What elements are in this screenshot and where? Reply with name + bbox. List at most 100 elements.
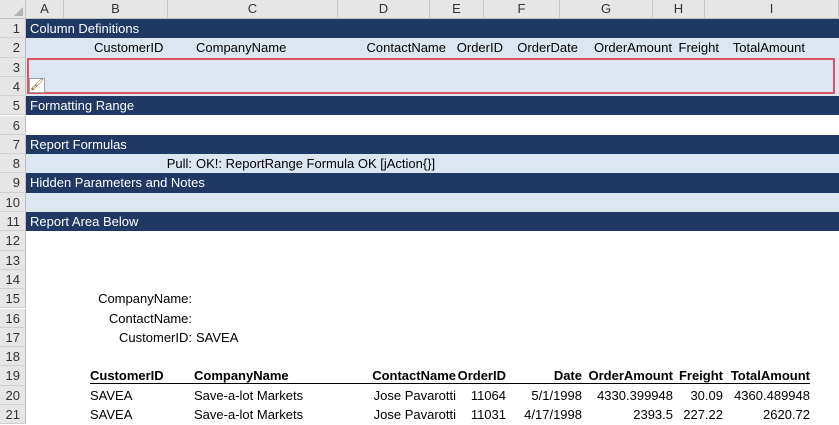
row-number[interactable]: 12 [0, 231, 26, 251]
section-title-report-formulas: Report Formulas [30, 136, 127, 152]
hidden-parameters-row[interactable] [26, 192, 839, 212]
paintbrush-icon[interactable]: 🖌 [29, 78, 45, 93]
column-header-c[interactable]: C [168, 0, 338, 19]
coldef-totalamount[interactable]: TotalAmount [719, 38, 805, 57]
row-2: 2 CustomerID CompanyName ContactName Ord… [0, 38, 839, 58]
empty-row[interactable] [26, 269, 839, 290]
empty-row[interactable] [26, 115, 839, 135]
row-number[interactable]: 21 [0, 405, 26, 425]
row-number[interactable]: 3 [0, 57, 26, 77]
cell-orderid[interactable]: 11064 [456, 386, 506, 405]
cell-freight[interactable]: 227.22 [673, 405, 723, 424]
section-title-column-definitions: Column Definitions [30, 21, 140, 36]
table-header-contactname[interactable]: ContactName [364, 366, 456, 385]
pull-status-value[interactable]: OK!: ReportRange Formula OK [jAction{}] [196, 154, 435, 173]
section-title-report-area: Report Area Below [30, 214, 139, 229]
section-title-formatting-range: Formatting Range [30, 98, 135, 114]
cell-freight[interactable]: 30.09 [673, 386, 723, 405]
row-5: 5 Formatting Range [0, 96, 839, 116]
coldef-companyname[interactable]: CompanyName [196, 38, 286, 57]
table-header-companyname[interactable]: CompanyName [194, 366, 364, 385]
row-number[interactable]: 4 [0, 76, 26, 97]
cell-orderamount[interactable]: 2393.5 [582, 405, 673, 424]
row-number[interactable]: 18 [0, 347, 26, 367]
row-number[interactable]: 6 [0, 115, 26, 135]
cell-date[interactable]: 5/1/1998 [506, 386, 582, 405]
section-title-hidden-parameters: Hidden Parameters and Notes [30, 175, 205, 191]
formatting-cell-row[interactable] [26, 57, 839, 77]
coldef-orderamount[interactable]: OrderAmount [578, 38, 672, 57]
coldef-contactname[interactable]: ContactName [338, 38, 446, 57]
row-18: 18 [0, 347, 839, 367]
row-3: 3 [0, 57, 839, 77]
table-header-freight[interactable]: Freight [673, 366, 723, 385]
cell-companyname[interactable]: Save-a-lot Markets [194, 405, 303, 424]
table-header-totalamount[interactable]: TotalAmount [723, 366, 810, 385]
row-15: 15 CompanyName: [0, 289, 839, 309]
row-20: 20 SAVEA Save-a-lot Markets Jose Pavarot… [0, 385, 839, 405]
row-number[interactable]: 2 [0, 38, 26, 58]
cell-totalamount[interactable]: 4360.489948 [723, 386, 810, 405]
empty-row[interactable] [26, 250, 839, 270]
empty-row[interactable] [26, 231, 839, 251]
column-header-i[interactable]: I [705, 0, 839, 19]
row-number[interactable]: 10 [0, 192, 26, 212]
row-number[interactable]: 11 [0, 212, 26, 232]
row-number[interactable]: 5 [0, 96, 26, 116]
row-7: 7 Report Formulas [0, 134, 839, 155]
row-1: 1 Column Definitions [0, 19, 839, 39]
column-header-g[interactable]: G [560, 0, 653, 19]
param-value-customerid[interactable]: SAVEA [196, 328, 238, 347]
row-number[interactable]: 14 [0, 269, 26, 290]
param-label-customerid: CustomerID: [119, 329, 192, 345]
row-21: 21 SAVEA Save-a-lot Markets Jose Pavarot… [0, 405, 839, 425]
param-label-companyname: CompanyName: [98, 291, 192, 307]
row-number[interactable]: 15 [0, 289, 26, 309]
coldef-customerid[interactable]: CustomerID [94, 38, 163, 57]
table-header-orderamount[interactable]: OrderAmount [582, 366, 673, 385]
row-8: 8 Pull: OK!: ReportRange Formula OK [jAc… [0, 154, 839, 174]
row-number[interactable]: 8 [0, 154, 26, 174]
row-number[interactable]: 16 [0, 308, 26, 328]
table-row: SAVEA Save-a-lot Markets Jose Pavarotti … [26, 405, 839, 425]
cell-customerid[interactable]: SAVEA [90, 386, 132, 405]
table-header-customerid[interactable]: CustomerID [90, 366, 194, 385]
row-number[interactable]: 13 [0, 250, 26, 270]
column-header-d[interactable]: D [338, 0, 430, 19]
cell-date[interactable]: 4/17/1998 [506, 405, 582, 424]
cell-orderid[interactable]: 11031 [456, 405, 506, 424]
cell-customerid[interactable]: SAVEA [90, 405, 132, 424]
cell-contactname[interactable]: Jose Pavarotti [364, 405, 456, 424]
row-number[interactable]: 1 [0, 19, 26, 39]
row-number[interactable]: 19 [0, 366, 26, 386]
column-header-f[interactable]: F [484, 0, 560, 19]
column-header-b[interactable]: B [64, 0, 168, 19]
cell-contactname[interactable]: Jose Pavarotti [364, 386, 456, 405]
row-number[interactable]: 7 [0, 134, 26, 155]
column-header-e[interactable]: E [430, 0, 484, 19]
empty-row[interactable] [26, 347, 839, 367]
row-10: 10 [0, 192, 839, 212]
row-number[interactable]: 20 [0, 385, 26, 405]
row-4: 4 [0, 76, 839, 97]
row-16: 16 ContactName: [0, 308, 839, 328]
row-number[interactable]: 17 [0, 327, 26, 348]
cell-totalamount[interactable]: 2620.72 [723, 405, 810, 424]
coldef-freight[interactable]: Freight [672, 38, 719, 57]
formatting-cell-row[interactable] [26, 76, 839, 97]
column-header-bar: A B C D E F G H I [0, 0, 839, 19]
coldef-orderdate[interactable]: OrderDate [503, 38, 578, 57]
cell-companyname[interactable]: Save-a-lot Markets [194, 386, 303, 405]
row-number[interactable]: 9 [0, 173, 26, 193]
select-all-corner[interactable] [0, 0, 26, 19]
table-header-orderid[interactable]: OrderID [456, 366, 506, 385]
cell-orderamount[interactable]: 4330.399948 [582, 386, 673, 405]
row-12: 12 [0, 231, 839, 251]
coldef-orderid[interactable]: OrderID [446, 38, 503, 57]
table-header-date[interactable]: Date [506, 366, 582, 385]
row-11: 11 Report Area Below [0, 212, 839, 232]
column-header-a[interactable]: A [26, 0, 64, 19]
param-label-contactname: ContactName: [108, 310, 192, 326]
row-9: 9 Hidden Parameters and Notes [0, 173, 839, 193]
column-header-h[interactable]: H [653, 0, 705, 19]
